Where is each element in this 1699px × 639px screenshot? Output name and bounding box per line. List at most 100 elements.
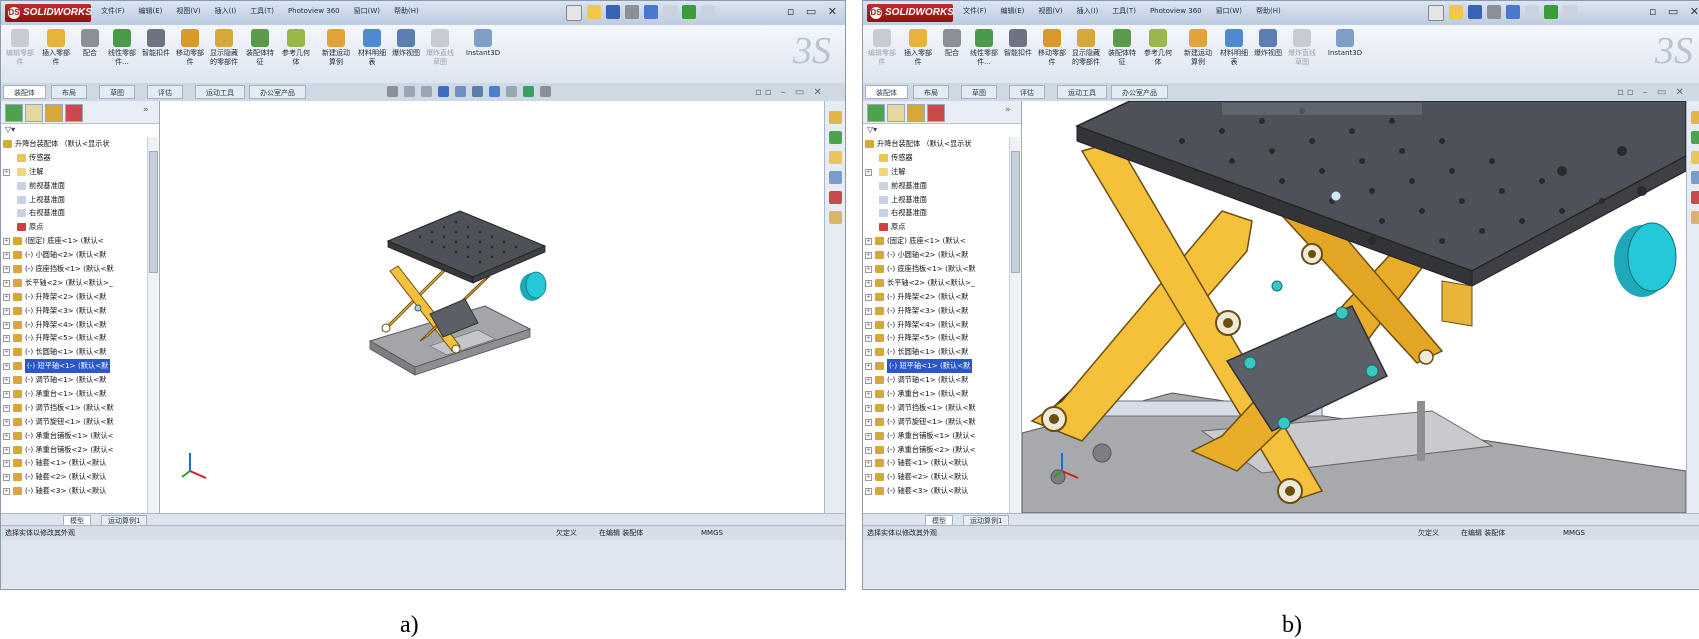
expand-toggle-icon[interactable]: + <box>865 307 872 315</box>
expand-toggle-icon[interactable]: + <box>865 363 872 371</box>
expand-toggle-icon[interactable]: + <box>865 266 872 274</box>
tree-item[interactable]: + (-) 底座挡板<1> (默认<默 <box>863 262 1009 276</box>
print-icon[interactable] <box>1487 5 1501 19</box>
explode-line-sketch-button[interactable]: 爆炸直线草图 <box>1285 29 1319 81</box>
tree-root[interactable]: 升降台装配体 （默认<显示状 <box>863 137 1009 151</box>
expand-toggle-icon[interactable]: + <box>865 238 872 246</box>
display-manager-tab-icon[interactable] <box>65 104 83 122</box>
zoom-fit-icon[interactable] <box>387 86 398 97</box>
linear-pattern-button[interactable]: 线性零部件... <box>105 29 139 81</box>
move-component-button[interactable]: 移动零部件 <box>173 29 207 81</box>
tree-item[interactable]: + (-) 升降架<4> (默认<默 <box>1 318 147 332</box>
exploded-view-button[interactable]: 爆炸视图 <box>1251 29 1285 81</box>
previous-view-icon[interactable] <box>421 86 432 97</box>
design-library-icon[interactable] <box>829 131 842 144</box>
bill-of-materials-button[interactable]: 材料明细表 <box>355 29 389 81</box>
help-icon[interactable] <box>1563 5 1577 19</box>
tree-item[interactable]: 传感器 <box>863 151 1009 165</box>
rebuild-icon[interactable] <box>682 5 696 19</box>
expand-toggle-icon[interactable]: + <box>865 321 872 329</box>
property-manager-tab-icon[interactable] <box>25 104 43 122</box>
view-palette-icon[interactable] <box>829 171 842 184</box>
menu-insert[interactable]: 插入(I) <box>215 7 237 15</box>
tree-item[interactable]: 原点 <box>863 220 1009 234</box>
tree-item[interactable]: + (-) 小圆轴<2> (默认<默 <box>863 248 1009 262</box>
tab-office-products[interactable]: 办公室产品 <box>249 85 306 99</box>
menu-tools[interactable]: 工具(T) <box>250 7 274 15</box>
save-icon[interactable] <box>1468 5 1482 19</box>
tree-item[interactable]: 上视基准面 <box>863 193 1009 207</box>
resources-icon[interactable] <box>1691 111 1699 124</box>
menu-window[interactable]: 窗口(W) <box>354 7 380 15</box>
expand-toggle-icon[interactable]: + <box>865 349 872 357</box>
view-orientation-icon[interactable] <box>455 86 466 97</box>
menu-view[interactable]: 视图(V) <box>176 7 200 15</box>
view-palette-icon[interactable] <box>1691 171 1699 184</box>
tree-item[interactable]: + (-) 轴套<2> (默认<默认 <box>863 470 1009 484</box>
tree-item[interactable]: + (-) 升降架<2> (默认<默 <box>1 290 147 304</box>
tree-item[interactable]: + (-) 承重台<1> (默认<默 <box>863 387 1009 401</box>
display-manager-tab-icon[interactable] <box>927 104 945 122</box>
menu-help[interactable]: 帮助(H) <box>394 7 419 15</box>
expand-toggle-icon[interactable]: + <box>3 474 10 482</box>
save-icon[interactable] <box>606 5 620 19</box>
expand-toggle-icon[interactable]: + <box>865 293 872 301</box>
expand-toggle-icon[interactable]: + <box>3 293 10 301</box>
menu-view[interactable]: 视图(V) <box>1038 7 1062 15</box>
status-units[interactable]: MMGS <box>701 526 723 540</box>
tab-motion-tools[interactable]: 运动工具 <box>195 85 245 99</box>
menu-photoview[interactable]: Photoview 360 <box>288 7 340 15</box>
tree-item[interactable]: + (-) 调节旋钮<1> (默认<默 <box>863 415 1009 429</box>
expand-toggle-icon[interactable]: + <box>3 488 10 496</box>
explode-line-sketch-button[interactable]: 爆炸直线草图 <box>423 29 457 81</box>
custom-properties-icon[interactable] <box>1691 211 1699 224</box>
property-manager-tab-icon[interactable] <box>887 104 905 122</box>
tree-item[interactable]: + (-) 承重台铺板<2> (默认< <box>1 443 147 457</box>
view-settings-icon[interactable] <box>540 86 551 97</box>
design-library-icon[interactable] <box>1691 131 1699 144</box>
tree-item[interactable]: + (-) 承重台铺板<2> (默认< <box>863 443 1009 457</box>
tab-layout[interactable]: 布局 <box>51 85 87 99</box>
tree-item[interactable]: + (-) 升降架<5> (默认<默 <box>1 331 147 345</box>
expand-toggle-icon[interactable]: + <box>3 432 10 440</box>
tree-item[interactable]: + 长平轴<2> (默认<默认>_ <box>863 276 1009 290</box>
status-units[interactable]: MMGS <box>1563 526 1585 540</box>
expand-toggle-icon[interactable]: + <box>3 446 10 454</box>
tree-item[interactable]: + 长平轴<2> (默认<默认>_ <box>1 276 147 290</box>
tree-item[interactable]: + (-) 调节挡板<1> (默认<默 <box>1 401 147 415</box>
scrollbar-thumb[interactable] <box>1011 151 1020 273</box>
select-icon[interactable] <box>663 5 677 19</box>
expand-toggle-icon[interactable]: + <box>3 238 10 246</box>
new-motion-study-button[interactable]: 新建运动算例 <box>319 29 353 81</box>
expand-toggle-icon[interactable]: + <box>3 307 10 315</box>
reference-geometry-button[interactable]: 参考几何体 <box>1141 29 1175 81</box>
undo-icon[interactable] <box>1506 5 1520 19</box>
tree-item[interactable]: + (-) 长圆轴<1> (默认<默 <box>863 345 1009 359</box>
menu-edit[interactable]: 编辑(E) <box>139 7 163 15</box>
window-controls[interactable]: ▫ ▭ ✕ <box>1649 5 1699 18</box>
resources-icon[interactable] <box>829 111 842 124</box>
menu-photoview[interactable]: Photoview 360 <box>1150 7 1202 15</box>
tree-item[interactable]: 原点 <box>1 220 147 234</box>
new-motion-study-button[interactable]: 新建运动算例 <box>1181 29 1215 81</box>
menu-insert[interactable]: 插入(I) <box>1077 7 1099 15</box>
tab-assembly[interactable]: 装配体 <box>3 85 46 99</box>
file-explorer-icon[interactable] <box>829 151 842 164</box>
tree-item[interactable]: 前视基准面 <box>1 179 147 193</box>
expand-toggle-icon[interactable]: + <box>865 391 872 399</box>
rebuild-icon[interactable] <box>1544 5 1558 19</box>
exploded-view-button[interactable]: 爆炸视图 <box>389 29 423 81</box>
tab-assembly[interactable]: 装配体 <box>865 85 908 99</box>
expand-toggle-icon[interactable]: + <box>3 404 10 412</box>
tree-item[interactable]: + (-) 调节旋钮<1> (默认<默 <box>1 415 147 429</box>
expand-panel-icon[interactable]: » <box>1005 105 1011 115</box>
bill-of-materials-button[interactable]: 材料明细表 <box>1217 29 1251 81</box>
tree-item[interactable]: + (-) 升降架<3> (默认<默 <box>863 304 1009 318</box>
tree-item[interactable]: + (固定) 底座<1> (默认< <box>1 234 147 248</box>
edit-component-button[interactable]: 编辑零部件 <box>865 29 899 81</box>
move-component-button[interactable]: 移动零部件 <box>1035 29 1069 81</box>
insert-component-button[interactable]: 插入零部件 <box>39 29 73 81</box>
tree-item[interactable]: 右视基准面 <box>1 206 147 220</box>
tree-scrollbar[interactable] <box>147 137 158 513</box>
expand-toggle-icon[interactable]: + <box>865 377 872 385</box>
